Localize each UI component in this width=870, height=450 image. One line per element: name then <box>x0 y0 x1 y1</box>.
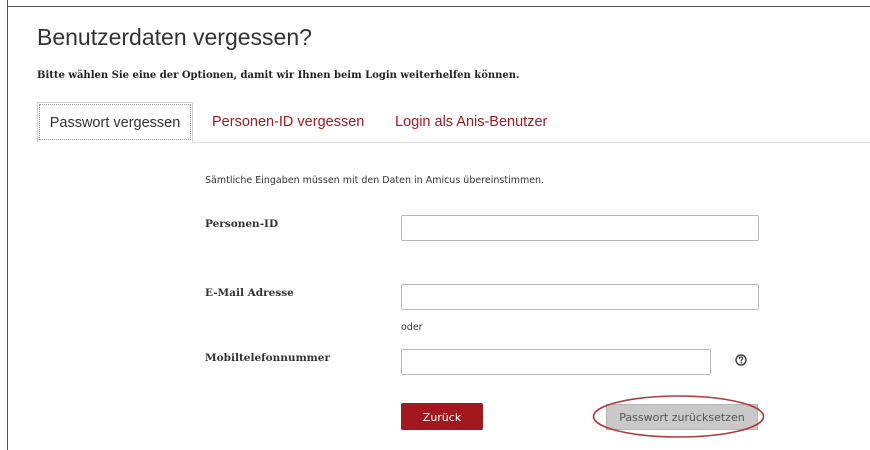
window-border-top <box>7 6 870 7</box>
tab-passwort-vergessen[interactable]: Passwort vergessen <box>37 102 193 143</box>
personen-id-label: Personen-ID <box>205 218 279 230</box>
question-circle-icon[interactable] <box>735 354 747 366</box>
window-border-left <box>7 0 8 450</box>
back-button[interactable]: Zurück <box>401 403 483 430</box>
reset-password-button[interactable]: Passwort zurücksetzen <box>606 404 758 430</box>
email-label: E-Mail Adresse <box>205 287 294 299</box>
mobile-label: Mobiltelefonnummer <box>205 352 331 364</box>
tab-login-anis-benutzer[interactable]: Login als Anis-Benutzer <box>395 102 547 142</box>
personen-id-input[interactable] <box>401 215 759 241</box>
page-title: Benutzerdaten vergessen? <box>37 24 312 50</box>
tab-label: Passwort vergessen <box>39 104 191 140</box>
email-input[interactable] <box>401 284 759 310</box>
mobile-input[interactable] <box>401 349 711 375</box>
form-hint: Sämtliche Eingaben müssen mit den Daten … <box>205 175 545 186</box>
oder-separator: oder <box>401 322 423 333</box>
intro-text: Bitte wählen Sie eine der Optionen, dami… <box>37 70 520 81</box>
tab-personen-id-vergessen[interactable]: Personen-ID vergessen <box>212 102 364 142</box>
